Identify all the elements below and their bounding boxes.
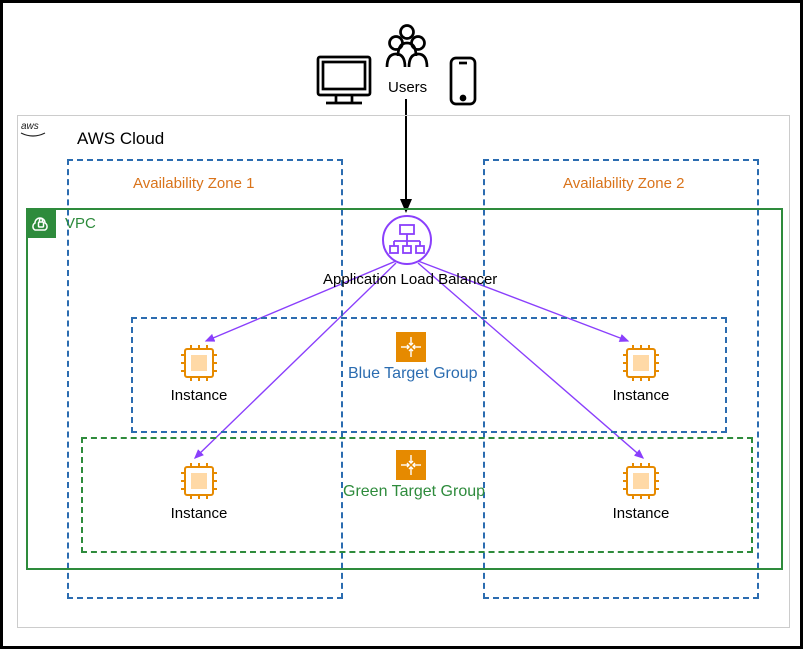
instance-label: Instance [159,505,239,522]
instance-label: Instance [159,387,239,404]
az2-label: Availability Zone 2 [563,175,684,192]
green-tg-icon [396,450,426,480]
alb-icon [381,214,433,266]
aws-cloud-label: AWS Cloud [77,129,164,149]
green-tg-label: Green Target Group [343,483,485,501]
instance-label: Instance [601,387,681,404]
diagram-frame: Users aws AWS Cloud Availability Zone 1 [0,0,803,649]
instance-icon [619,459,663,503]
vpc-badge-icon [26,208,56,238]
instance-label: Instance [601,505,681,522]
blue-tg-label: Blue Target Group [348,365,478,383]
svg-text:aws: aws [21,121,39,132]
instance-icon [619,341,663,385]
az1-label: Availability Zone 1 [133,175,254,192]
alb-label: Application Load Balancer [323,271,497,288]
blue-tg-icon [396,332,426,362]
instance-icon [177,341,221,385]
vpc-label: VPC [65,215,96,232]
instance-icon [177,459,221,503]
aws-logo-icon: aws [17,115,49,141]
